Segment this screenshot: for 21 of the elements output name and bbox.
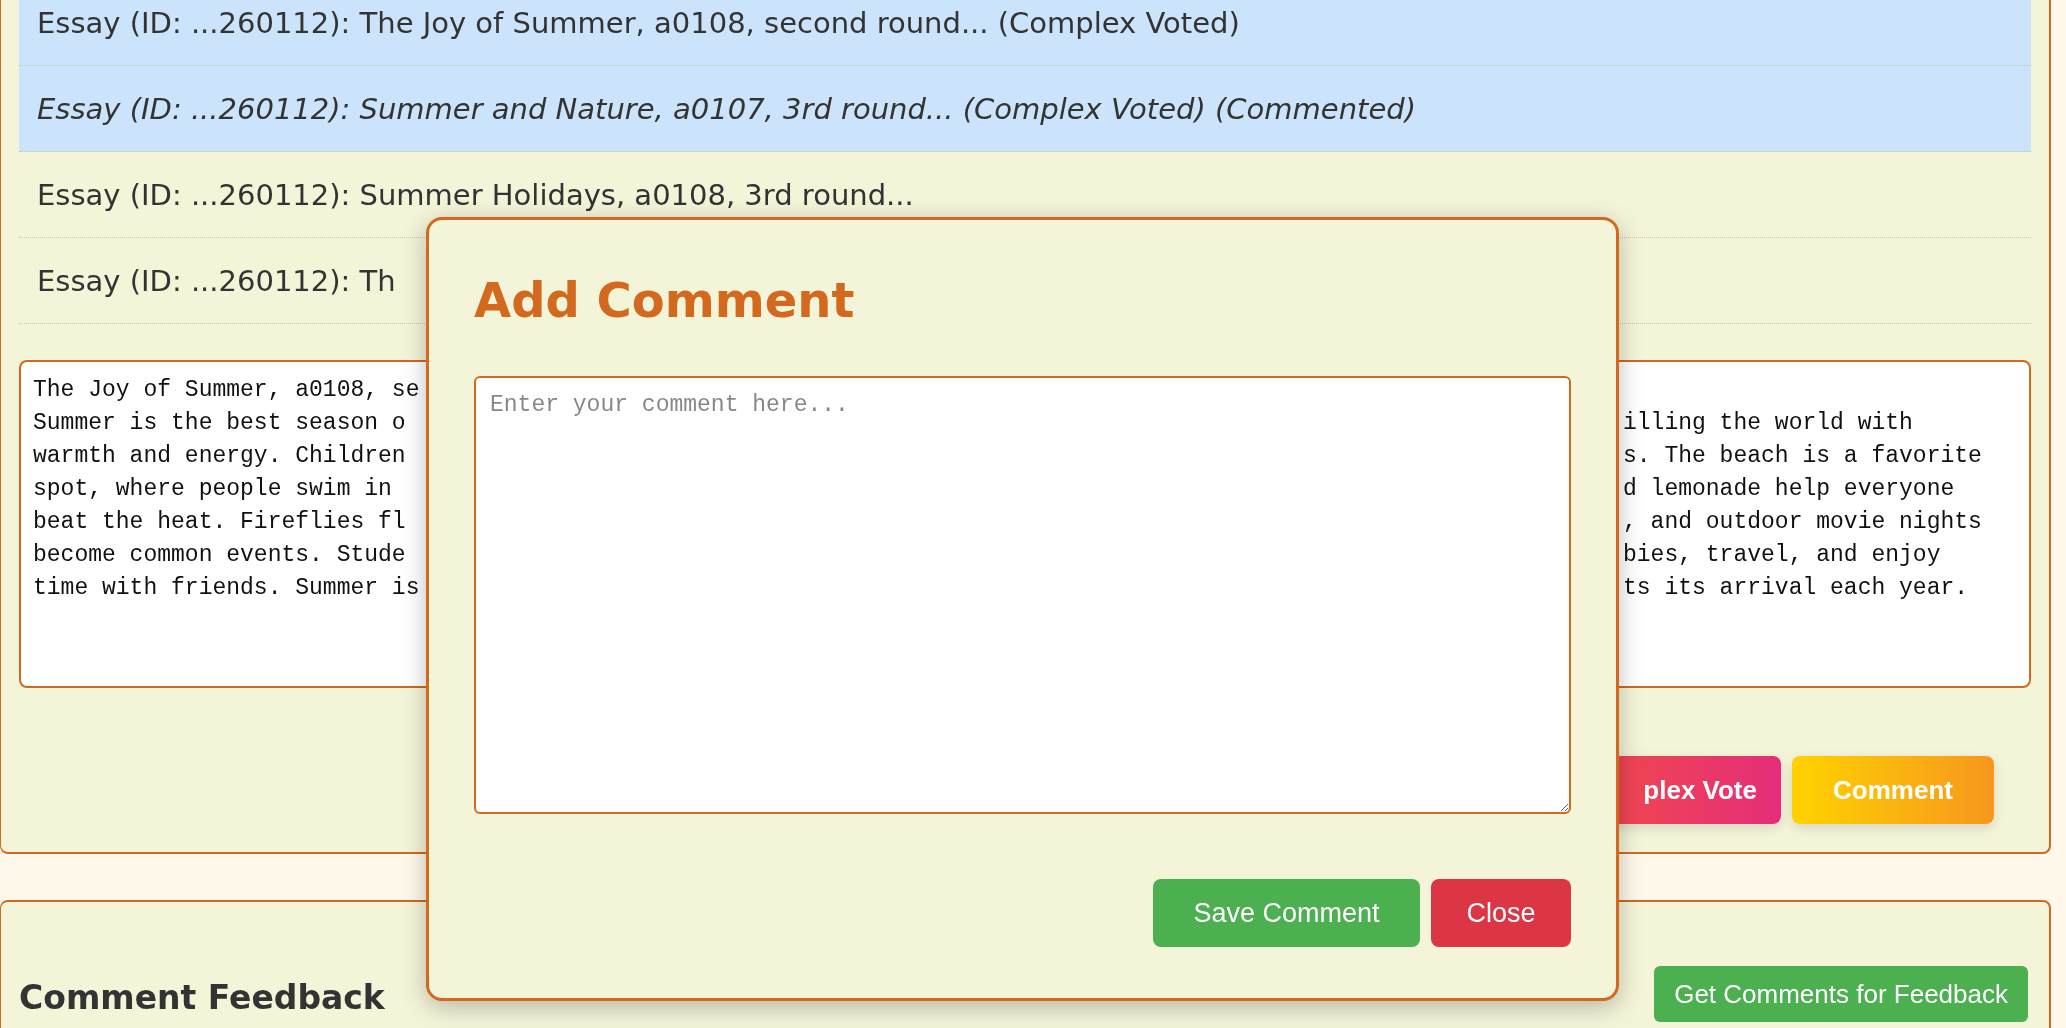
- essay-text-line: become common events. Stude: [33, 541, 406, 570]
- get-comments-button[interactable]: Get Comments for Feedback: [1654, 966, 2028, 1022]
- essay-list-item[interactable]: Essay (ID: ...260112): Summer and Nature, a0107, 3rd round... (Complex Voted) (Commented): [19, 66, 2031, 152]
- save-comment-button[interactable]: Save Comment: [1153, 879, 1420, 947]
- essay-text-line: spot, where people swim in: [33, 475, 392, 504]
- essay-text-line: bies, travel, and enjoy: [1623, 541, 1941, 570]
- essay-text-line: ts its arrival each year.: [1623, 574, 1969, 603]
- essay-text-line: s. The beach is a favorite: [1623, 442, 1982, 471]
- essay-text-line: beat the heat. Fireflies fl: [33, 508, 406, 537]
- comment-input-field[interactable]: Enter your comment here...: [474, 376, 1571, 814]
- essay-text-line: time with friends. Summer is: [33, 574, 420, 603]
- essay-list-item[interactable]: Essay (ID: ...260112): The Joy of Summer, a0108, second round... (Complex Voted): [19, 0, 2031, 66]
- essay-text-line: , and outdoor movie nights: [1623, 508, 1982, 537]
- dialog-title: Add Comment: [474, 271, 856, 330]
- essay-text-line: The Joy of Summer, a0108, se: [33, 376, 420, 405]
- close-button[interactable]: Close: [1431, 879, 1571, 947]
- essay-text-line: warmth and energy. Children: [33, 442, 406, 471]
- essay-text-line: Summer is the best season o: [33, 409, 406, 438]
- essay-text-line: d lemonade help everyone: [1623, 475, 1955, 504]
- essay-text-line: illing the world with: [1623, 409, 1913, 438]
- section-title: Comment Feedback: [19, 978, 385, 1017]
